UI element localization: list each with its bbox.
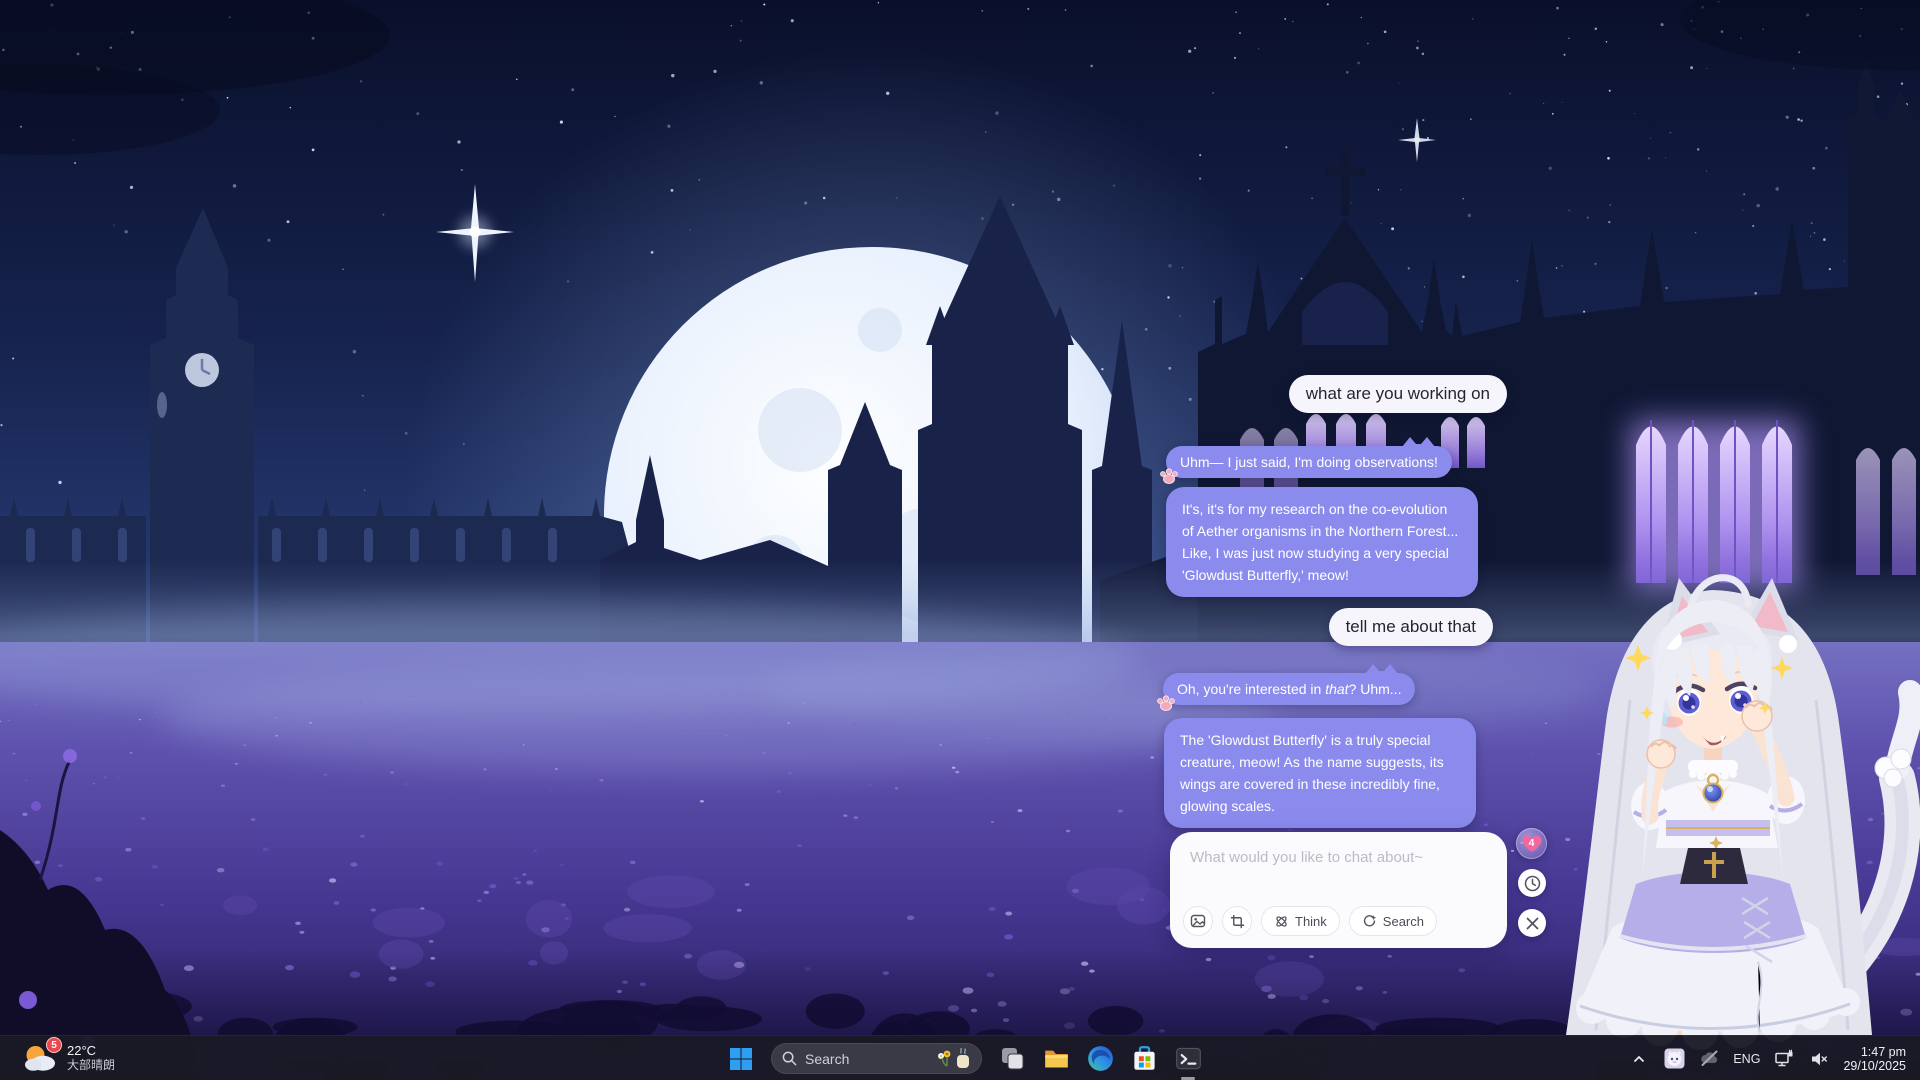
edge-browser-button[interactable] [1086,1045,1114,1073]
system-tray: ENG 1:47 pm 29/10/2025 [1628,1036,1906,1080]
catgirl-avatar-icon [1664,1048,1685,1069]
taskbar-search-box[interactable]: Search [771,1043,982,1074]
terminal-icon [1175,1045,1202,1072]
tray-date: 29/10/2025 [1843,1059,1906,1073]
terminal-button[interactable] [1174,1045,1202,1073]
tray-time: 1:47 pm [1843,1045,1906,1059]
network-tray-icon[interactable] [1773,1048,1795,1070]
cloud-slash-icon [1699,1048,1720,1069]
companion-app-tray-icon[interactable] [1663,1048,1685,1070]
windows-logo-icon [729,1047,753,1071]
ethernet-icon [1774,1049,1794,1069]
file-explorer-icon [1043,1045,1070,1072]
weather-alert-badge: 5 [46,1037,62,1053]
task-view-icon [1000,1046,1025,1071]
weather-widget[interactable]: 5 22°C 大部晴朗 [22,1040,115,1076]
running-app-indicator [1181,1077,1195,1080]
taskbar-center: Search [727,1036,1202,1080]
taskbar: 5 22°C 大部晴朗 Search [0,1035,1920,1080]
task-view-button[interactable] [998,1045,1026,1073]
edge-icon [1087,1045,1114,1072]
microsoft-store-button[interactable] [1130,1045,1158,1073]
desktop: what are you working on Uhm— I just said… [0,0,1920,1080]
companion-character[interactable] [0,0,1920,1080]
search-placeholder: Search [805,1051,927,1067]
file-explorer-button[interactable] [1042,1045,1070,1073]
volume-muted-tray-icon[interactable] [1808,1048,1830,1070]
language-indicator[interactable]: ENG [1733,1052,1760,1066]
microsoft-store-icon [1131,1045,1158,1072]
weather-condition: 大部晴朗 [67,1058,115,1073]
weather-temperature: 22°C [67,1043,115,1058]
taskbar-clock[interactable]: 1:47 pm 29/10/2025 [1843,1045,1906,1073]
search-icon [782,1051,797,1066]
start-button[interactable] [727,1045,755,1073]
tray-chevron-button[interactable] [1628,1048,1650,1070]
volume-muted-icon [1809,1049,1829,1069]
onedrive-paused-tray-icon[interactable] [1698,1048,1720,1070]
search-highlight-bouquet-cup-icon [935,1048,971,1070]
chevron-up-icon [1632,1052,1646,1066]
